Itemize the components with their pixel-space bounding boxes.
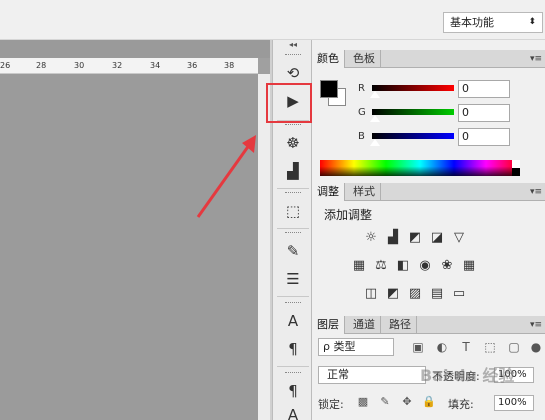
workspace-selector[interactable]: 基本功能 ⬍	[443, 12, 543, 33]
horizontal-ruler: 26 28 30 32 34 36 38	[0, 58, 258, 74]
layers-panel-tabs: 图层 通道 路径 ▾≡	[312, 316, 545, 334]
highlight-box	[266, 83, 312, 123]
panel-grip[interactable]	[285, 54, 301, 57]
channel-r-slider[interactable]	[372, 85, 454, 91]
filter-toggle-icon[interactable]: ●	[528, 338, 544, 356]
channel-b-label: B	[358, 131, 365, 142]
filter-type-icon[interactable]: T	[458, 338, 474, 356]
filter-pixel-icon[interactable]: ▣	[410, 338, 426, 356]
hue-saturation-icon[interactable]: ▦	[350, 258, 368, 274]
color-balance-icon[interactable]: ⚖	[372, 258, 390, 274]
layer-filter-select[interactable]: ρ 类型	[318, 338, 394, 356]
tab-styles[interactable]: 样式	[348, 183, 381, 201]
tab-swatches[interactable]: 色板	[348, 50, 381, 68]
strip-divider	[277, 188, 309, 189]
ruler-tick-label: 32	[112, 61, 123, 70]
curves-icon[interactable]: ◩	[406, 230, 424, 246]
history-icon[interactable]: ⟲	[281, 62, 305, 84]
channel-g-label: G	[358, 107, 366, 118]
brush-presets-icon[interactable]: ✎	[281, 240, 305, 262]
channel-b-input[interactable]: 0	[458, 128, 510, 146]
lock-transparent-pixels-icon[interactable]: ▩	[356, 394, 370, 410]
adjustments-title: 添加调整	[324, 208, 373, 222]
invert-icon[interactable]: ◫	[362, 286, 380, 302]
color-spectrum-ramp[interactable]	[320, 160, 520, 176]
exposure-icon[interactable]: ◪	[428, 230, 446, 246]
foreground-color-swatch[interactable]	[320, 80, 338, 98]
filter-shape-icon[interactable]: ⬚	[482, 338, 498, 356]
character-styles-icon[interactable]: A	[281, 404, 305, 420]
strip-divider	[277, 228, 309, 229]
right-panel-dock: 颜色 色板 ▾≡ R 0 G 0 B 0 调整 样式 ▾≡ 添加调整 ☼ ▟ ◩…	[312, 40, 545, 420]
paragraph-icon[interactable]: ¶	[281, 338, 305, 360]
tab-adjustments[interactable]: 调整	[312, 183, 345, 201]
panel-menu-icon[interactable]: ▾≡	[530, 183, 542, 201]
channel-r-thumb[interactable]	[370, 91, 380, 98]
ruler-tick-label: 36	[187, 61, 198, 70]
brightness-icon[interactable]: ☼	[362, 230, 380, 246]
histogram-icon[interactable]: ▟	[281, 160, 305, 182]
panel-grip[interactable]	[285, 372, 301, 375]
strip-divider	[277, 296, 309, 297]
channel-g-thumb[interactable]	[370, 115, 380, 122]
strip-divider	[277, 366, 309, 367]
selective-color-icon[interactable]: ▤	[428, 286, 446, 302]
posterize-icon[interactable]: ◩	[384, 286, 402, 302]
lock-all-icon[interactable]: 🔒	[422, 394, 436, 410]
options-bar: 基本功能 ⬍	[0, 0, 545, 40]
color-lookup-icon[interactable]: ▦	[460, 258, 478, 274]
workspace-label: 基本功能	[450, 16, 494, 29]
ruler-tick-label: 30	[74, 61, 85, 70]
vibrance-icon[interactable]: ▽	[450, 230, 468, 246]
black-white-icon[interactable]: ◧	[394, 258, 412, 274]
fill-input[interactable]: 100%	[494, 395, 534, 411]
paragraph-styles-icon[interactable]: ¶	[281, 380, 305, 402]
tab-channels[interactable]: 通道	[348, 316, 381, 334]
panel-menu-icon[interactable]: ▾≡	[530, 50, 542, 68]
watermark: Bai du 经验	[420, 366, 515, 385]
lock-image-pixels-icon[interactable]: ✎	[378, 394, 392, 410]
blend-mode-select[interactable]: 正常	[318, 366, 426, 384]
ruler-tick-label: 26	[0, 61, 11, 70]
panel-menu-icon[interactable]: ▾≡	[530, 316, 542, 334]
dropdown-arrow-icon: ⬍	[528, 17, 536, 27]
navigator-wheel-icon[interactable]: ☸	[281, 132, 305, 154]
character-icon[interactable]: A	[281, 310, 305, 332]
black-white-ramp[interactable]	[512, 160, 520, 176]
adjustments-panel-tabs: 调整 样式 ▾≡	[312, 183, 545, 201]
gradient-map-icon[interactable]: ▭	[450, 286, 468, 302]
lock-label: 锁定:	[318, 398, 344, 411]
panel-grip[interactable]	[285, 124, 301, 127]
channel-b-thumb[interactable]	[370, 139, 380, 146]
3d-cube-icon[interactable]: ⬚	[281, 200, 305, 222]
channel-r-label: R	[358, 83, 365, 94]
collapse-panels-button[interactable]: ◂◂	[273, 40, 313, 50]
tab-color[interactable]: 颜色	[312, 50, 345, 68]
document-tab-strip	[0, 40, 272, 58]
panel-grip[interactable]	[285, 232, 301, 235]
document-window: 26 28 30 32 34 36 38	[0, 40, 272, 420]
panel-grip[interactable]	[285, 302, 301, 305]
channel-r-input[interactable]: 0	[458, 80, 510, 98]
tool-presets-icon[interactable]: ☰	[281, 268, 305, 290]
photo-filter-icon[interactable]: ◉	[416, 258, 434, 274]
ruler-tick-label: 38	[224, 61, 235, 70]
channel-mixer-icon[interactable]: ❀	[438, 258, 456, 274]
channel-b-slider[interactable]	[372, 133, 454, 139]
fill-label: 填充:	[448, 398, 474, 411]
levels-icon[interactable]: ▟	[384, 230, 402, 246]
channel-g-input[interactable]: 0	[458, 104, 510, 122]
filter-smart-object-icon[interactable]: ▢	[506, 338, 522, 356]
channel-g-slider[interactable]	[372, 109, 454, 115]
threshold-icon[interactable]: ▨	[406, 286, 424, 302]
color-panel-tabs: 颜色 色板 ▾≡	[312, 50, 545, 68]
annotation-arrow-icon	[196, 135, 256, 218]
panel-grip[interactable]	[285, 192, 301, 195]
ruler-tick-label: 28	[36, 61, 47, 70]
lock-position-icon[interactable]: ✥	[400, 394, 414, 410]
filter-adjustment-icon[interactable]: ◐	[434, 338, 450, 356]
tab-layers[interactable]: 图层	[312, 316, 345, 334]
tab-paths[interactable]: 路径	[384, 316, 417, 334]
ruler-tick-label: 34	[150, 61, 161, 70]
